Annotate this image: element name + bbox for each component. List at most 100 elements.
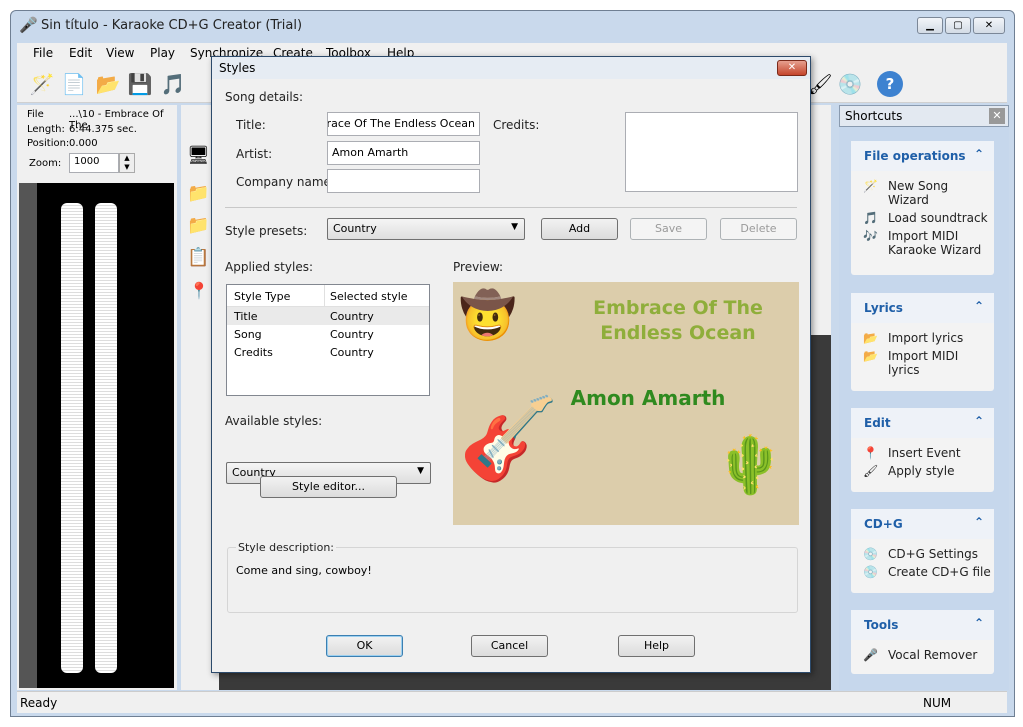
available-styles-label: Available styles: [225, 414, 323, 428]
collapse-icon[interactable]: ⌃ [974, 414, 984, 428]
song-details-label: Song details: [225, 90, 304, 104]
title-bar: 🎤 Sin título - Karaoke CD+G Creator (Tri… [11, 11, 1014, 41]
credits-label: Credits: [493, 118, 540, 132]
waveform-right-channel [95, 203, 117, 673]
group-header[interactable]: Edit ⌃ [851, 408, 994, 438]
zoom-input[interactable]: 1000 [69, 153, 119, 173]
shortcut-import-lyrics[interactable]: 📂 Import lyrics [851, 329, 994, 347]
group-title: CD+G [864, 517, 903, 531]
cell: Song [234, 328, 262, 341]
new-document-icon[interactable]: 📄 [61, 71, 87, 97]
brush-icon: 🖌 [863, 464, 879, 478]
artist-input[interactable]: Amon Amarth [327, 141, 480, 165]
cell: Country [330, 310, 374, 323]
cell: Credits [234, 346, 273, 359]
menu-file[interactable]: File [33, 46, 53, 60]
group-header[interactable]: File operations ⌃ [851, 141, 994, 171]
label: CD+G Settings [888, 547, 979, 561]
group-header[interactable]: Lyrics ⌃ [851, 293, 994, 323]
lyrics-view-icon[interactable]: 🖥 [187, 145, 210, 166]
import-midi-icon[interactable]: 🎵 [160, 71, 186, 97]
shortcut-apply-style[interactable]: 🖌 Apply style [851, 462, 994, 480]
style-editor-button[interactable]: Style editor... [260, 476, 397, 498]
file-label: File [27, 109, 44, 120]
help-button[interactable]: Help [618, 635, 695, 657]
company-input[interactable] [327, 169, 480, 193]
shortcut-import-midi-wizard[interactable]: 🎶 Import MIDI Karaoke Wizard [851, 227, 986, 259]
delete-button[interactable]: Delete [720, 218, 797, 240]
window-title: Sin título - Karaoke CD+G Creator (Trial… [41, 18, 303, 33]
style-description-group: Style description: Come and sing, cowboy… [227, 541, 798, 613]
shortcut-new-song-wizard[interactable]: 🪄 New Song Wizard [851, 177, 981, 209]
save-button[interactable]: Save [630, 218, 707, 240]
help-icon[interactable]: ? [877, 71, 903, 97]
waveform-scrollbar[interactable] [19, 183, 37, 688]
open-folder-icon[interactable]: 📂 [95, 71, 121, 97]
waveform-left-channel [61, 203, 83, 673]
shortcut-insert-event[interactable]: 📍 Insert Event [851, 444, 994, 462]
group-header[interactable]: Tools ⌃ [851, 610, 994, 640]
cancel-button[interactable]: Cancel [471, 635, 548, 657]
close-button[interactable]: ✕ [973, 17, 1005, 34]
status-bar: Ready NUM [17, 691, 1007, 713]
credits-input[interactable] [625, 112, 798, 192]
table-row[interactable]: Title Country [227, 307, 429, 325]
shortcut-cdg-settings[interactable]: 💿 CD+G Settings [851, 545, 994, 563]
music-file-icon: 🎵 [863, 211, 878, 225]
column-selected-style[interactable]: Selected style [330, 290, 408, 303]
menu-play[interactable]: Play [150, 46, 175, 60]
shortcut-create-cdg-file[interactable]: 💿 Create CD+G file [851, 563, 994, 581]
label: Load soundtrack [888, 211, 988, 225]
shortcuts-title: Shortcuts [845, 109, 903, 123]
table-row[interactable]: Credits Country [227, 343, 429, 361]
collapse-icon[interactable]: ⌃ [974, 299, 984, 313]
length-value: 6:44.375 sec. [69, 124, 137, 135]
menu-edit[interactable]: Edit [69, 46, 92, 60]
dialog-close-button[interactable]: ✕ [777, 60, 807, 76]
group-header[interactable]: CD+G ⌃ [851, 509, 994, 539]
wizard-icon[interactable]: 🪄 [29, 71, 55, 97]
cd-burn-icon[interactable]: 💿 [837, 71, 863, 97]
folder-icon[interactable]: 📁 [187, 183, 209, 204]
preview-label: Preview: [453, 260, 504, 274]
group-file-operations: File operations ⌃ 🪄 New Song Wizard 🎵 Load … [851, 141, 994, 275]
collapse-icon[interactable]: ⌃ [974, 616, 984, 630]
length-label: Length: [27, 124, 65, 135]
table-header: Style Type Selected style [227, 285, 429, 307]
app-icon: 🎤 [19, 16, 38, 34]
group-edit: Edit ⌃ 📍 Insert Event 🖌 Apply style [851, 408, 994, 492]
style-description-label: Style description: [236, 541, 336, 554]
wizard-icon: 🪄 [863, 179, 878, 193]
shortcut-vocal-remover[interactable]: 🎤 Vocal Remover [851, 646, 994, 664]
ok-button[interactable]: OK [326, 635, 403, 657]
maximize-button[interactable]: ▢ [945, 17, 971, 34]
group-cdg: CD+G ⌃ 💿 CD+G Settings 💿 Create CD+G file [851, 509, 994, 593]
group-title: File operations [864, 149, 966, 163]
style-presets-dropdown[interactable]: Country ▼ [327, 218, 525, 240]
microphone-icon: 🎤 [863, 648, 878, 662]
pin-icon[interactable]: 📍 [189, 281, 209, 300]
minimize-button[interactable]: ▁ [917, 17, 943, 34]
company-label: Company name: [236, 175, 335, 189]
column-style-type[interactable]: Style Type [234, 290, 290, 303]
table-row[interactable]: Song Country [227, 325, 429, 343]
shortcut-load-soundtrack[interactable]: 🎵 Load soundtrack [851, 209, 994, 227]
divider [225, 207, 797, 208]
collapse-icon[interactable]: ⌃ [974, 147, 984, 161]
zoom-spinner[interactable]: ▲ ▼ [119, 153, 135, 173]
position-value: 0.000 [69, 138, 98, 149]
folder-icon[interactable]: 📁 [187, 215, 209, 236]
style-preview: Embrace Of The Endless Ocean Amon Amarth… [453, 282, 799, 525]
menu-view[interactable]: View [106, 46, 134, 60]
collapse-icon[interactable]: ⌃ [974, 515, 984, 529]
add-button[interactable]: Add [541, 218, 618, 240]
title-input[interactable]: brace Of The Endless Ocean [327, 112, 480, 136]
shortcut-import-midi-lyrics[interactable]: 📂 Import MIDI lyrics [851, 347, 961, 379]
clipboard-icon[interactable]: 📋 [187, 247, 209, 268]
close-icon[interactable]: ✕ [989, 108, 1005, 124]
cactus-icon: 🌵 [715, 433, 785, 498]
style-presets-label: Style presets: [225, 224, 308, 238]
waveform-display[interactable] [19, 183, 174, 688]
save-icon[interactable]: 💾 [127, 71, 153, 97]
group-title: Lyrics [864, 301, 903, 315]
